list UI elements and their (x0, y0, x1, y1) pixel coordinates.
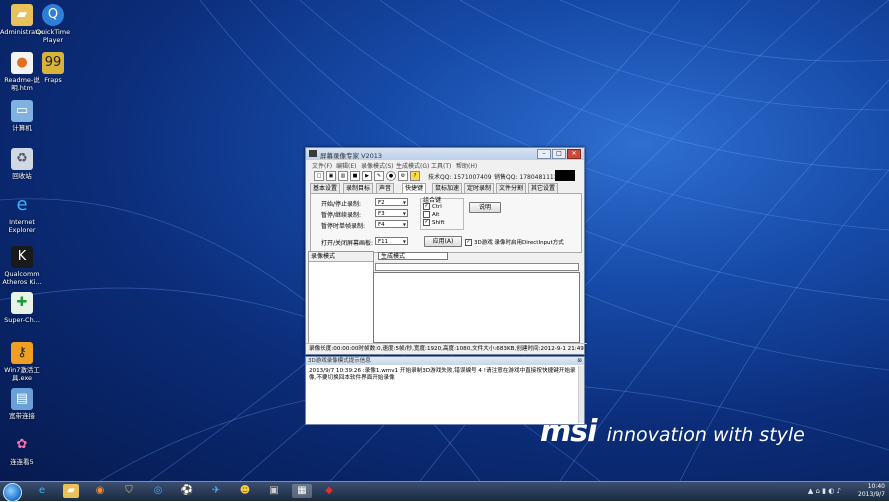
recycle-bin-icon: ♻ (11, 148, 33, 170)
brand-tagline: innovation with style (606, 424, 805, 446)
menu-edit[interactable]: 编辑(E) (336, 161, 356, 170)
desktop-icon-quicktime[interactable]: Q QuickTime Player (31, 4, 75, 44)
generate-mode-select[interactable]: 生成模式 (378, 252, 448, 260)
taskbar-recorder-icon[interactable]: ▦ (292, 484, 312, 498)
minimize-button[interactable]: – (537, 149, 551, 159)
taskbar-ie-icon[interactable]: e (34, 484, 50, 498)
desktop-icon-recycle-bin[interactable]: ♻ 回收站 (0, 148, 44, 180)
game-icon: ✿ (16, 437, 28, 452)
log-close-icon[interactable]: ⊠ (577, 357, 582, 365)
toolbar: □ ▣ ▥ ■ ▶ ✎ ● ⚙ ? 技术QQ: 1571007409 销售QQ:… (306, 170, 584, 182)
start-button[interactable] (3, 483, 22, 502)
hotkey-frame-select[interactable]: F4 (375, 220, 408, 229)
preview-panel: 生成模式 (373, 251, 580, 343)
tray-icons[interactable]: ▲ ⌂ ▮ ◐ ♪ (808, 487, 841, 495)
help-icon[interactable]: ? (410, 171, 420, 181)
sales-qq: 销售QQ: 1780481113 (494, 174, 558, 181)
help-button[interactable]: 说明 (469, 202, 501, 213)
stop-icon[interactable]: ■ (350, 171, 360, 181)
play-icon[interactable]: ▶ (362, 171, 372, 181)
desktop: ▰ Administrator Q QuickTime Player ● Rea… (0, 0, 889, 481)
app-icon (309, 150, 317, 157)
taskbar-chat-icon[interactable]: ◎ (150, 484, 166, 498)
log-scrollbar[interactable] (578, 366, 584, 423)
desktop-icon-super-charger[interactable]: ✚ Super-Ch... (0, 292, 44, 324)
desktop-icon-activator[interactable]: ⚷ Win7激活工具.exe (0, 342, 44, 382)
menu-generate-mode[interactable]: 生成模式(G) (396, 161, 429, 170)
quicktime-icon: Q (42, 4, 64, 26)
taskbar-plane-icon[interactable]: ✈ (208, 484, 224, 498)
preview-box (555, 170, 575, 181)
close-button[interactable]: ✕ (567, 149, 581, 159)
panel-toggle-label: 打开/关闭屏幕画板: (321, 240, 374, 247)
taskbar-app-icon[interactable]: ☻ (237, 484, 253, 498)
window-title: 屏幕录像专家 V2013 (320, 152, 383, 160)
log-window: 3D游戏录像模式提示信息 ⊠ 2013/9/7 10:39:26 :录像1.wm… (305, 356, 585, 425)
clock[interactable]: 10:40 2013/9/7 (858, 483, 885, 499)
folder-icon: ▰ (11, 4, 33, 26)
hotkey-pause-select[interactable]: F3 (375, 209, 408, 218)
hotkey-start-select[interactable]: F2 (375, 198, 408, 207)
taskbar-red-icon[interactable]: ◆ (321, 484, 337, 498)
hotkey-frame-label: 暂停时单帧录制: (321, 223, 366, 230)
recorder-window: 屏幕录像专家 V2013 – □ ✕ 文件(F) 编辑(E) 录像模式(S) 生… (305, 147, 587, 355)
taskbar-security-icon[interactable]: ⛉ (121, 484, 137, 498)
log-title: 3D游戏录像模式提示信息 ⊠ (306, 357, 584, 365)
menu-record-mode[interactable]: 录像模式(S) (361, 161, 394, 170)
preview-area (373, 272, 580, 343)
status-bar: 录像长度:00:00:00时帧数:0,速度:5帧/秒,宽度:1920,高度:10… (306, 343, 587, 354)
convert-icon[interactable]: ⚙ (398, 171, 408, 181)
ie-icon: e (16, 194, 28, 215)
taskbar-explorer-icon[interactable]: ▰ (63, 484, 79, 498)
super-charger-icon: ✚ (11, 292, 33, 314)
hotkey-pause-label: 暂停/继续录制: (321, 212, 362, 219)
fraps-icon: 99 (42, 52, 64, 74)
tool-icon[interactable]: ✎ (374, 171, 384, 181)
clock-time: 10:40 (867, 483, 885, 490)
desktop-icon-qualcomm[interactable]: K Qualcomm Atheros Ki... (0, 246, 44, 286)
desktop-icon-fraps[interactable]: 99 Fraps (31, 52, 75, 84)
menu-help[interactable]: 帮助(H) (456, 161, 477, 170)
shift-checkbox[interactable]: ✓ Shift (423, 219, 445, 226)
taskbar-display-icon[interactable]: ▣ (266, 484, 282, 498)
desktop-icon-game[interactable]: ✿ 连连看5 (0, 434, 44, 466)
desktop-icon-computer[interactable]: ▭ 计算机 (0, 100, 44, 132)
menu-file[interactable]: 文件(F) (312, 161, 332, 170)
hotkey-start-label: 开始/停止录制: (321, 201, 362, 208)
settings-icon[interactable]: ● (386, 171, 396, 181)
taskbar: e ▰ ◉ ⛉ ◎ ⚽ ✈ ☻ ▣ ▦ ◆ ▲ ⌂ ▮ ◐ ♪ 10:40 20… (0, 481, 889, 502)
clock-date: 2013/9/7 (858, 491, 885, 498)
computer-icon: ▭ (11, 100, 33, 122)
record-icon[interactable]: ▣ (326, 171, 336, 181)
directinput-checkbox[interactable]: ✓ 3D游戏 录像时启用DirectInput方式 (465, 238, 564, 246)
desktop-icon-broadband[interactable]: ▤ 宽带连接 (0, 388, 44, 420)
html-file-icon: ● (11, 52, 33, 74)
menu-tools[interactable]: 工具(T) (431, 161, 451, 170)
pause-icon[interactable]: ▥ (338, 171, 348, 181)
activator-icon: ⚷ (11, 342, 33, 364)
qualcomm-icon: K (11, 246, 33, 268)
new-icon[interactable]: □ (314, 171, 324, 181)
maximize-button[interactable]: □ (552, 149, 566, 159)
support-qq: 技术QQ: 1571007409 (428, 174, 492, 181)
ctrl-checkbox[interactable]: ✓ Ctrl (423, 203, 442, 210)
log-text: 2013/9/7 10:39:26 :录像1.wmv1 开始录制3D游戏失败,错… (309, 368, 576, 381)
broadband-icon: ▤ (11, 388, 33, 410)
taskbar-browser-icon[interactable]: ◉ (92, 484, 108, 498)
menu-bar: 文件(F) 编辑(E) 录像模式(S) 生成模式(G) 工具(T) 帮助(H) (306, 160, 584, 170)
apply-button[interactable]: 应用(A) (424, 236, 462, 247)
hotkey-panel: 开始/停止录制: F2 暂停/继续录制: F3 暂停时单帧录制: F4 组合键 … (310, 193, 582, 253)
taskbar-media-icon[interactable]: ⚽ (179, 484, 195, 498)
alt-checkbox[interactable]: Alt (423, 211, 439, 218)
desktop-icon-ie[interactable]: e Internet Explorer (0, 194, 44, 235)
window-titlebar[interactable]: 屏幕录像专家 V2013 – □ ✕ (306, 148, 584, 160)
panel-toggle-select[interactable]: F11 (375, 237, 408, 246)
record-progress-bar (375, 263, 579, 271)
record-mode-panel: 录像模式 (308, 251, 374, 344)
record-mode-header: 录像模式 (309, 252, 373, 262)
